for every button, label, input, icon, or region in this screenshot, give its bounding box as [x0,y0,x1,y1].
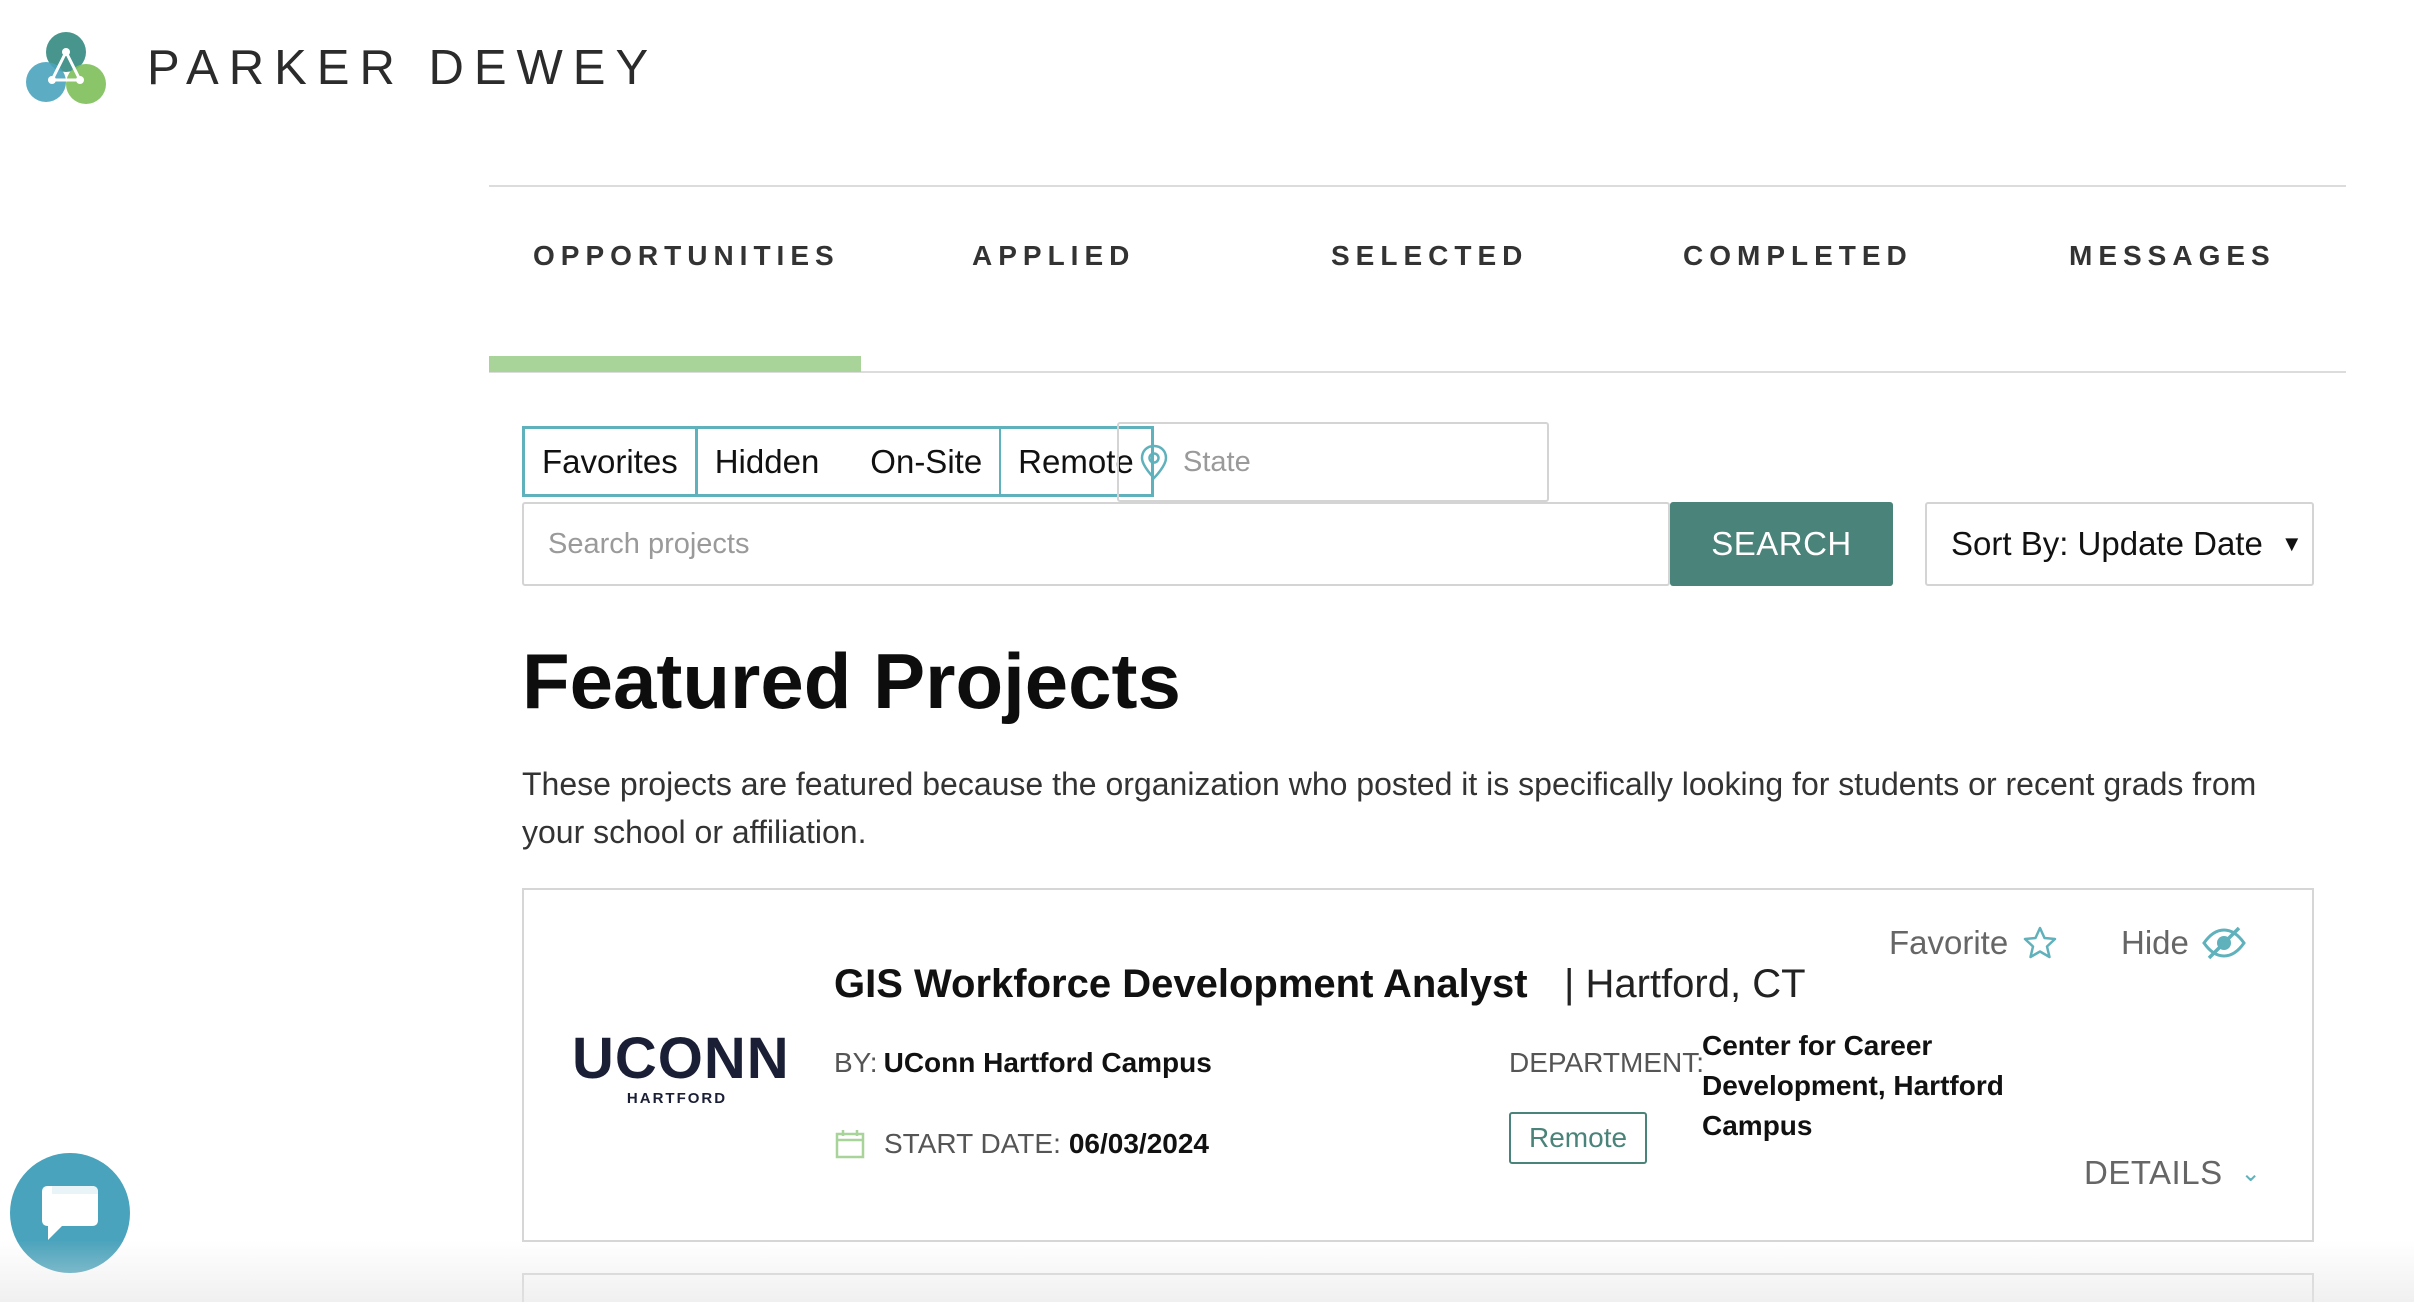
tabs-top-divider [489,185,2346,187]
project-location: | Hartford, CT [1564,962,1806,1006]
search-button[interactable]: SEARCH [1670,502,1893,586]
eye-slash-icon [2202,926,2246,960]
hide-label: Hide [2121,924,2189,961]
star-icon [2023,926,2057,959]
hide-button[interactable]: Hide [2121,924,2247,962]
state-field[interactable] [1117,422,1549,502]
start-date-label: START DATE: [884,1128,1061,1159]
tab-messages[interactable]: MESSAGES [2069,240,2276,272]
department-value: Center for Career Development, Hartford … [1702,1030,2004,1141]
map-pin-icon [1140,444,1168,480]
sort-by-label: Sort By: Update Date [1951,525,2263,562]
posted-by: BY: UConn Hartford Campus [834,1047,1212,1079]
by-value: UConn Hartford Campus [883,1047,1212,1078]
project-card[interactable] [522,1273,2314,1302]
department-label: DEPARTMENT: [1509,1047,1704,1078]
parker-dewey-logo-icon[interactable] [24,30,108,110]
project-card[interactable]: UCONN HARTFORD Favorite Hide GIS Workfor… [522,888,2314,1242]
brand-name[interactable]: PARKER DEWEY [147,40,658,96]
tab-selected[interactable]: SELECTED [1331,240,1528,272]
details-label: DETAILS [2084,1154,2223,1191]
caret-down-icon: ▼ [2280,531,2303,556]
state-input[interactable] [1183,445,1523,479]
project-title[interactable]: GIS Workforce Development Analyst [834,962,1528,1007]
remote-tag: Remote [1509,1112,1648,1164]
tab-completed[interactable]: COMPLETED [1683,240,1913,272]
organization-logo: UCONN HARTFORD [572,1026,790,1108]
favorite-label: Favorite [1889,924,2009,961]
start-date: START DATE: 06/03/2024 [834,1128,1209,1160]
sort-by-dropdown[interactable]: Sort By: Update Date ▼ [1925,502,2314,586]
calendar-icon [835,1130,865,1159]
favorites-filter-button[interactable]: Favorites [522,426,698,497]
start-date-value: 06/03/2024 [1068,1128,1209,1159]
hidden-filter-button[interactable]: Hidden [697,426,837,497]
chevron-down-icon: ⌄ [2240,1159,2262,1187]
chat-bubble-icon [42,1186,98,1240]
tab-bar: OPPORTUNITIES APPLIED SELECTED COMPLETED… [489,240,2346,300]
active-tab-indicator [489,356,861,372]
by-label: BY: [834,1047,878,1078]
details-toggle[interactable]: DETAILS ⌄ [2084,1154,2261,1192]
org-logo-main: UCONN [572,1026,790,1091]
on-site-filter-button[interactable]: On-Site [836,426,1002,497]
featured-description: These projects are featured because the … [522,766,2257,850]
org-logo-sub: HARTFORD [626,1090,728,1107]
tab-opportunities[interactable]: OPPORTUNITIES [533,240,840,272]
tab-applied[interactable]: APPLIED [972,240,1135,272]
search-projects-input[interactable] [522,502,1670,586]
filter-button-group: Favorites Hidden On-Site Remote [522,426,1154,497]
page-title: Featured Projects [522,637,1181,725]
chat-launcher-button[interactable] [10,1153,130,1273]
favorite-button[interactable]: Favorite [1889,924,2058,962]
